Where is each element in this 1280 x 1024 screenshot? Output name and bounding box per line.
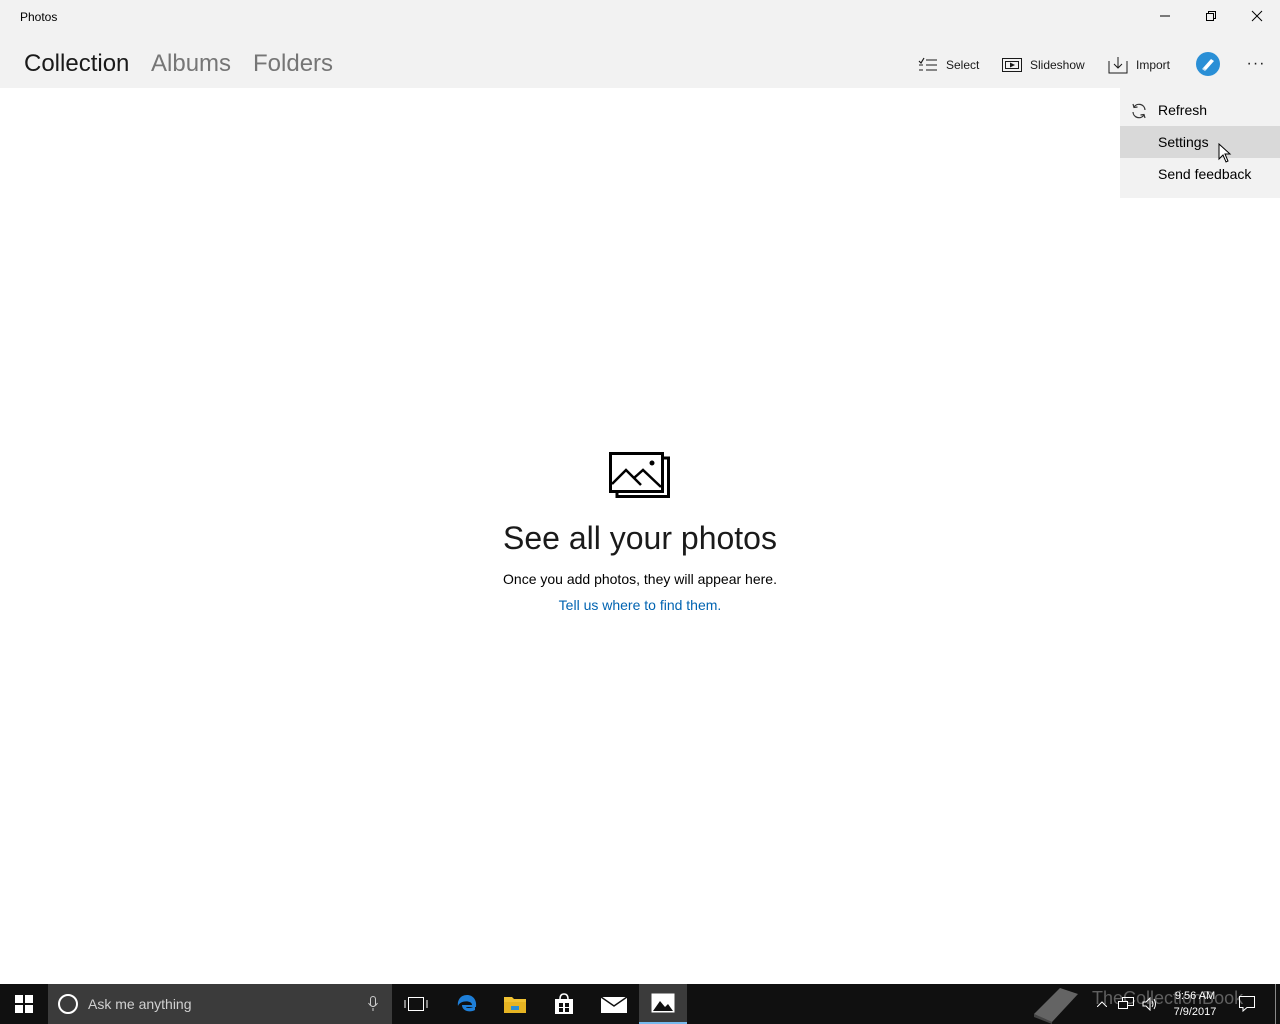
tab-albums[interactable]: Albums	[151, 50, 231, 78]
select-button[interactable]: Select	[918, 54, 979, 76]
restore-button[interactable]	[1188, 0, 1234, 32]
more-options-button[interactable]: ···	[1244, 52, 1268, 76]
mail-icon	[601, 996, 627, 1013]
mail-button[interactable]	[590, 984, 638, 1024]
file-explorer-button[interactable]	[491, 984, 539, 1024]
menu-item-settings[interactable]: Settings	[1120, 126, 1280, 158]
cortana-icon	[58, 994, 78, 1014]
task-view-button[interactable]	[392, 984, 440, 1024]
photos-app-window: Photos Collection Albums Folders Select	[0, 0, 1280, 984]
empty-state: See all your photos Once you add photos,…	[0, 450, 1280, 615]
clock-date: 7/9/2017	[1173, 1006, 1217, 1018]
menu-item-refresh[interactable]: Refresh	[1120, 94, 1280, 126]
windows-logo-icon	[15, 995, 33, 1013]
action-center-button[interactable]	[1234, 984, 1260, 1024]
network-icon	[1118, 997, 1134, 1009]
more-options-menu: Refresh Settings Send feedback	[1120, 88, 1280, 198]
folder-icon	[504, 997, 526, 1013]
import-label: Import	[1136, 58, 1171, 72]
tab-collection[interactable]: Collection	[24, 50, 129, 78]
speaker-icon	[1142, 997, 1156, 1011]
photos-app-icon	[651, 993, 675, 1013]
empty-state-heading: See all your photos	[503, 520, 777, 556]
microphone-icon[interactable]	[368, 996, 378, 1012]
refresh-icon	[1132, 103, 1146, 119]
taskbar-clock[interactable]: 9:56 AM 7/9/2017	[1160, 988, 1230, 1020]
app-header: Collection Albums Folders Select Slidesh…	[0, 34, 1280, 88]
minimize-icon	[1160, 15, 1170, 17]
cortana-search-box[interactable]: Ask me anything	[48, 984, 392, 1024]
clock-time: 9:56 AM	[1174, 990, 1216, 1002]
store-button[interactable]	[540, 984, 588, 1024]
notification-icon	[1239, 996, 1255, 1012]
close-icon	[1251, 10, 1263, 22]
account-avatar[interactable]	[1196, 52, 1220, 76]
slideshow-label: Slideshow	[1030, 58, 1085, 72]
close-button[interactable]	[1234, 0, 1280, 32]
photos-icon	[609, 452, 670, 498]
start-button[interactable]	[0, 984, 48, 1024]
edge-button[interactable]	[443, 984, 491, 1024]
photos-taskbar-button[interactable]	[639, 984, 687, 1024]
menu-item-label: Refresh	[1158, 102, 1208, 118]
mouse-cursor-icon	[1218, 143, 1232, 163]
menu-item-label: Settings	[1158, 134, 1209, 150]
taskbar: Ask me anything TheCollectionBook 9:56 A…	[0, 984, 1280, 1024]
import-button[interactable]: Import	[1108, 54, 1170, 76]
menu-item-send-feedback[interactable]: Send feedback	[1120, 158, 1280, 190]
window-title: Photos	[20, 10, 58, 24]
show-hidden-icons-button[interactable]	[1092, 984, 1112, 1024]
menu-item-label: Send feedback	[1158, 166, 1252, 182]
slideshow-button[interactable]: Slideshow	[1002, 54, 1085, 76]
restore-icon	[1206, 11, 1216, 21]
select-label: Select	[946, 58, 980, 72]
import-icon	[1108, 57, 1128, 74]
task-view-icon	[404, 997, 428, 1011]
watermark-book-icon	[1034, 988, 1078, 1024]
account-book-icon	[1202, 59, 1214, 71]
network-button[interactable]	[1116, 984, 1136, 1024]
find-photos-link[interactable]: Tell us where to find them.	[559, 597, 722, 613]
show-desktop-divider[interactable]	[1275, 984, 1276, 1024]
edge-icon	[457, 995, 477, 1012]
minimize-button[interactable]	[1142, 0, 1188, 32]
store-bag-icon	[555, 993, 573, 1014]
select-list-icon	[918, 57, 937, 71]
empty-state-message: Once you add photos, they will appear he…	[503, 571, 777, 587]
slideshow-icon	[1002, 58, 1022, 72]
chevron-up-icon	[1097, 1001, 1107, 1007]
tab-folders[interactable]: Folders	[253, 50, 333, 78]
search-placeholder: Ask me anything	[88, 996, 192, 1012]
title-bar: Photos	[0, 0, 1280, 34]
volume-button[interactable]	[1140, 984, 1160, 1024]
